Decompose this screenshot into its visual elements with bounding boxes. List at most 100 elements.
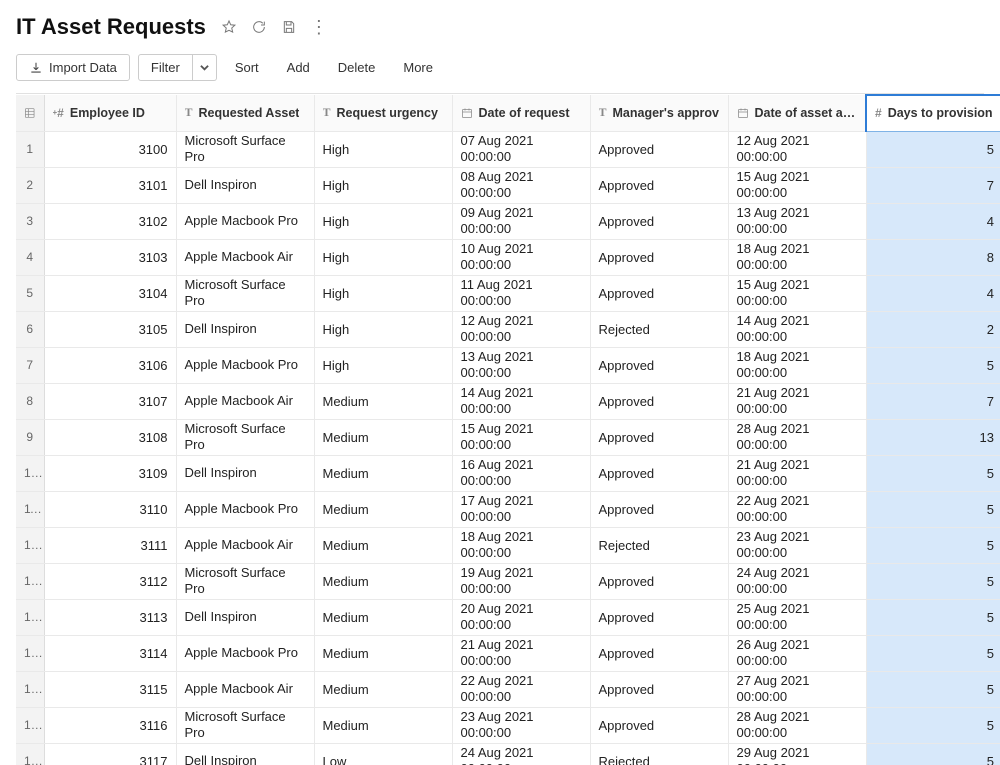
col-header-days-to-provision[interactable]: #Days to provision [866,95,1000,131]
save-icon[interactable] [280,18,298,36]
col-header-date-of-request[interactable]: Date of request [452,95,590,131]
cell-manager-approval[interactable]: Approved [590,275,728,311]
cell-employee-id[interactable]: 3115 [44,671,176,707]
table-row[interactable]: 153114Apple Macbook ProMedium21 Aug 2021… [16,635,1000,671]
row-number[interactable]: 6 [16,311,44,347]
cell-request-urgency[interactable]: Medium [314,599,452,635]
cell-date-of-request[interactable]: 21 Aug 202100:00:00 [452,635,590,671]
cell-requested-asset[interactable]: Apple Macbook Pro [176,635,314,671]
cell-date-of-allocation[interactable]: 26 Aug 202100:00:00 [728,635,866,671]
cell-date-of-request[interactable]: 07 Aug 202100:00:00 [452,131,590,167]
cell-requested-asset[interactable]: Microsoft Surface Pro [176,707,314,743]
cell-date-of-allocation[interactable]: 21 Aug 202100:00:00 [728,383,866,419]
col-header-request-urgency[interactable]: TRequest urgency [314,95,452,131]
row-number[interactable]: 7 [16,347,44,383]
cell-days-to-provision[interactable]: 5 [866,131,1000,167]
cell-days-to-provision[interactable]: 5 [866,671,1000,707]
refresh-icon[interactable] [250,18,268,36]
cell-requested-asset[interactable]: Apple Macbook Pro [176,491,314,527]
cell-days-to-provision[interactable]: 2 [866,311,1000,347]
col-header-requested-asset[interactable]: TRequested Asset [176,95,314,131]
row-number[interactable]: 17 [16,707,44,743]
table-row[interactable]: 113110Apple Macbook ProMedium17 Aug 2021… [16,491,1000,527]
add-button[interactable]: Add [277,55,320,80]
cell-manager-approval[interactable]: Approved [590,635,728,671]
cell-request-urgency[interactable]: High [314,239,452,275]
cell-manager-approval[interactable]: Approved [590,383,728,419]
table-row[interactable]: 143113Dell InspironMedium20 Aug 202100:0… [16,599,1000,635]
cell-requested-asset[interactable]: Dell Inspiron [176,167,314,203]
table-row[interactable]: 33102Apple Macbook ProHigh09 Aug 202100:… [16,203,1000,239]
cell-request-urgency[interactable]: Medium [314,635,452,671]
cell-employee-id[interactable]: 3112 [44,563,176,599]
cell-request-urgency[interactable]: High [314,167,452,203]
cell-days-to-provision[interactable]: 5 [866,635,1000,671]
cell-days-to-provision[interactable]: 13 [866,419,1000,455]
cell-employee-id[interactable]: 3111 [44,527,176,563]
cell-date-of-request[interactable]: 11 Aug 202100:00:00 [452,275,590,311]
cell-request-urgency[interactable]: Medium [314,491,452,527]
cell-date-of-allocation[interactable]: 25 Aug 202100:00:00 [728,599,866,635]
table-row[interactable]: 73106Apple Macbook ProHigh13 Aug 202100:… [16,347,1000,383]
cell-date-of-request[interactable]: 14 Aug 202100:00:00 [452,383,590,419]
cell-requested-asset[interactable]: Dell Inspiron [176,743,314,765]
cell-request-urgency[interactable]: High [314,347,452,383]
cell-date-of-request[interactable]: 12 Aug 202100:00:00 [452,311,590,347]
cell-date-of-allocation[interactable]: 22 Aug 202100:00:00 [728,491,866,527]
cell-requested-asset[interactable]: Apple Macbook Pro [176,347,314,383]
cell-requested-asset[interactable]: Apple Macbook Pro [176,203,314,239]
filter-dropdown-caret[interactable] [193,54,217,81]
table-row[interactable]: 83107Apple Macbook AirMedium14 Aug 20210… [16,383,1000,419]
cell-date-of-allocation[interactable]: 18 Aug 202100:00:00 [728,239,866,275]
row-number[interactable]: 16 [16,671,44,707]
cell-request-urgency[interactable]: Medium [314,383,452,419]
cell-date-of-allocation[interactable]: 14 Aug 202100:00:00 [728,311,866,347]
cell-requested-asset[interactable]: Apple Macbook Air [176,671,314,707]
col-header-date-of-allocation[interactable]: Date of asset allo [728,95,866,131]
cell-request-urgency[interactable]: High [314,203,452,239]
cell-manager-approval[interactable]: Approved [590,203,728,239]
cell-days-to-provision[interactable]: 5 [866,563,1000,599]
cell-manager-approval[interactable]: Rejected [590,743,728,765]
cell-manager-approval[interactable]: Approved [590,599,728,635]
cell-manager-approval[interactable]: Rejected [590,311,728,347]
table-row[interactable]: 63105Dell InspironHigh12 Aug 202100:00:0… [16,311,1000,347]
cell-requested-asset[interactable]: Microsoft Surface Pro [176,563,314,599]
cell-days-to-provision[interactable]: 4 [866,275,1000,311]
cell-employee-id[interactable]: 3114 [44,635,176,671]
row-number[interactable]: 5 [16,275,44,311]
cell-date-of-request[interactable]: 16 Aug 202100:00:00 [452,455,590,491]
kebab-menu-icon[interactable]: ⋮ [310,18,328,36]
cell-date-of-allocation[interactable]: 28 Aug 202100:00:00 [728,707,866,743]
cell-date-of-request[interactable]: 13 Aug 202100:00:00 [452,347,590,383]
cell-manager-approval[interactable]: Approved [590,347,728,383]
cell-request-urgency[interactable]: Medium [314,671,452,707]
row-number[interactable]: 15 [16,635,44,671]
row-number[interactable]: 8 [16,383,44,419]
cell-requested-asset[interactable]: Dell Inspiron [176,599,314,635]
cell-date-of-request[interactable]: 18 Aug 202100:00:00 [452,527,590,563]
cell-date-of-allocation[interactable]: 13 Aug 202100:00:00 [728,203,866,239]
cell-manager-approval[interactable]: Approved [590,491,728,527]
table-row[interactable]: 13100Microsoft Surface ProHigh07 Aug 202… [16,131,1000,167]
cell-date-of-request[interactable]: 15 Aug 202100:00:00 [452,419,590,455]
cell-date-of-request[interactable]: 19 Aug 202100:00:00 [452,563,590,599]
cell-manager-approval[interactable]: Rejected [590,527,728,563]
sort-button[interactable]: Sort [225,55,269,80]
row-number[interactable]: 3 [16,203,44,239]
cell-employee-id[interactable]: 3110 [44,491,176,527]
table-row[interactable]: 93108Microsoft Surface ProMedium15 Aug 2… [16,419,1000,455]
row-number[interactable]: 9 [16,419,44,455]
cell-employee-id[interactable]: 3103 [44,239,176,275]
cell-days-to-provision[interactable]: 4 [866,203,1000,239]
cell-date-of-allocation[interactable]: 15 Aug 202100:00:00 [728,167,866,203]
table-row[interactable]: 43103Apple Macbook AirHigh10 Aug 202100:… [16,239,1000,275]
row-number[interactable]: 2 [16,167,44,203]
cell-date-of-allocation[interactable]: 15 Aug 202100:00:00 [728,275,866,311]
col-header-employee-id[interactable]: +#Employee ID [44,95,176,131]
row-number[interactable]: 10 [16,455,44,491]
cell-date-of-request[interactable]: 24 Aug 202100:00:00 [452,743,590,765]
cell-requested-asset[interactable]: Apple Macbook Air [176,383,314,419]
cell-requested-asset[interactable]: Dell Inspiron [176,311,314,347]
cell-requested-asset[interactable]: Dell Inspiron [176,455,314,491]
